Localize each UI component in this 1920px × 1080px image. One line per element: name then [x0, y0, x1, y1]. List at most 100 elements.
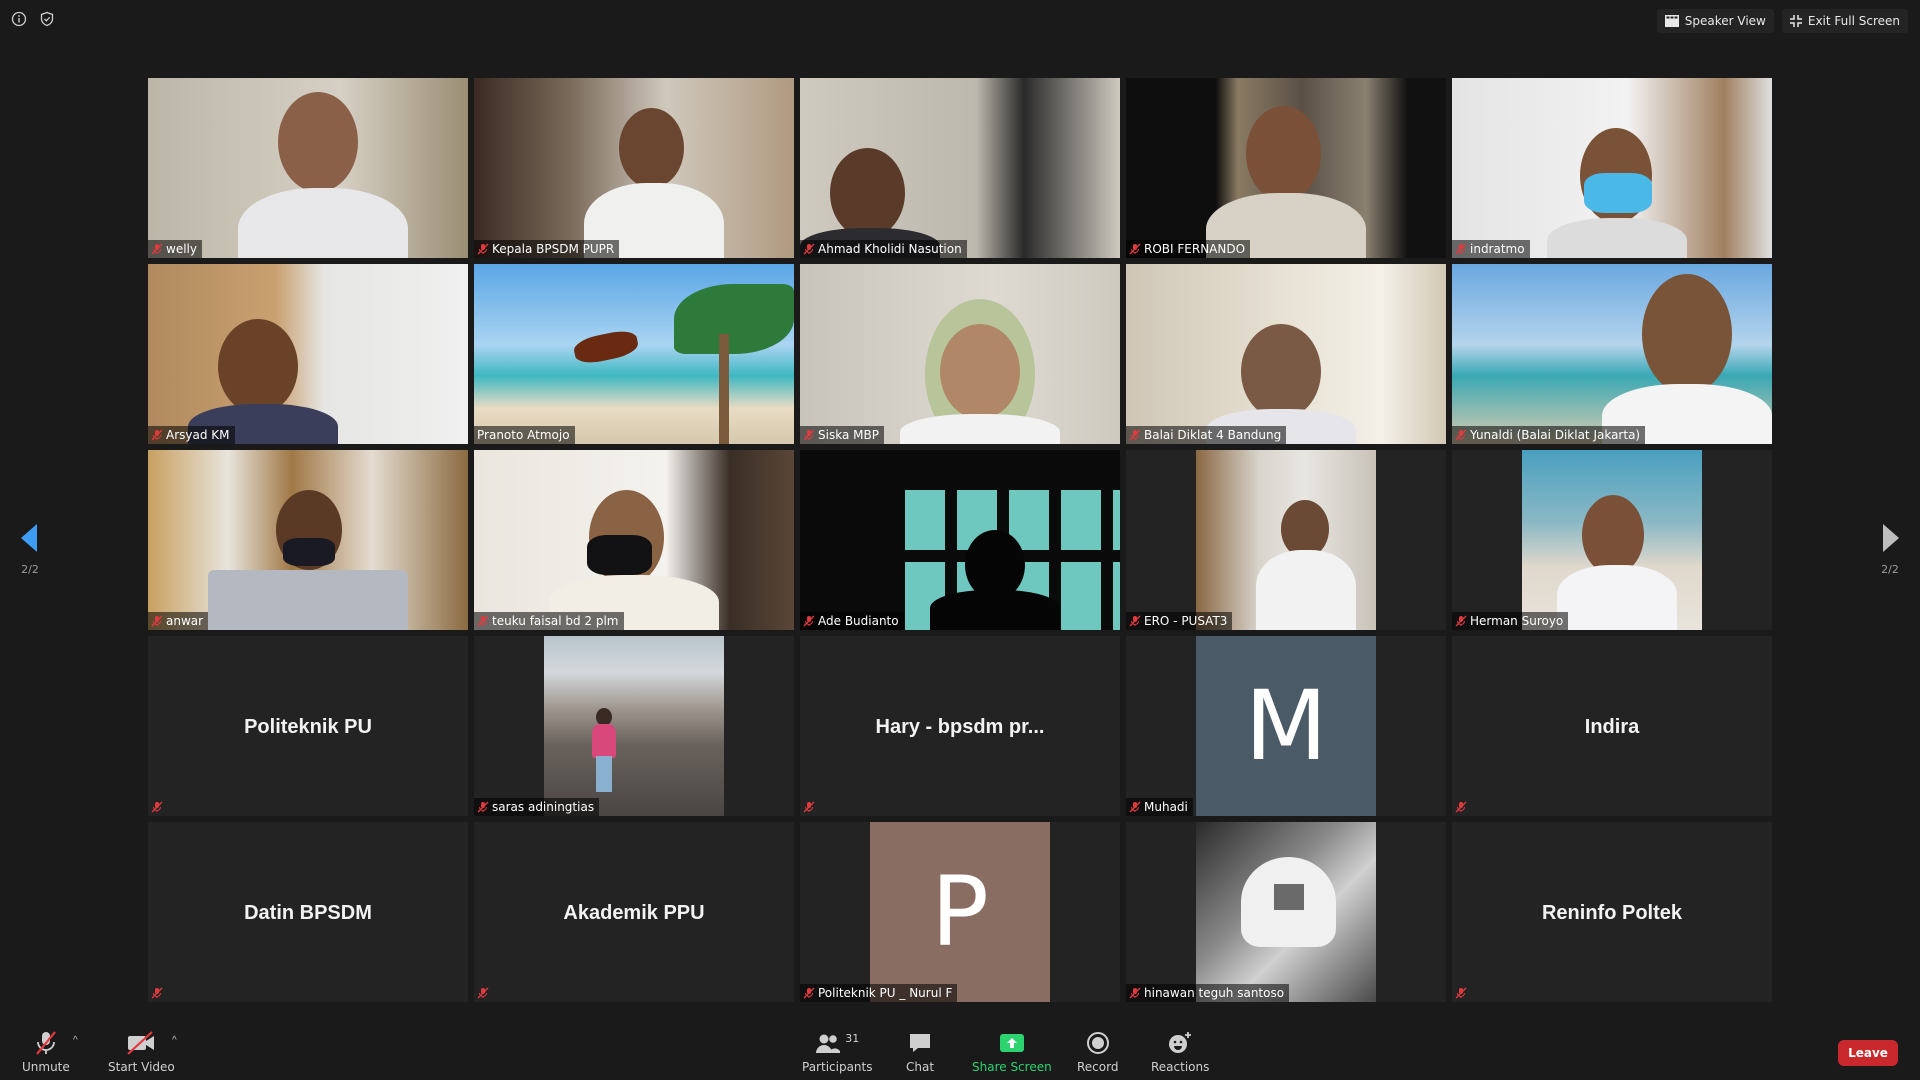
participant-tile[interactable]: Reninfo Poltek — [1452, 822, 1772, 1002]
muted-mic-icon — [803, 615, 815, 627]
participant-name-label: Kepala BPSDM PUPR — [474, 240, 620, 258]
participant-tile[interactable]: P Politeknik PU _ Nurul F — [800, 822, 1120, 1002]
participant-tile[interactable]: saras adiningtias — [474, 636, 794, 816]
participant-name-label: Muhadi — [1126, 798, 1193, 816]
info-icon[interactable] — [10, 10, 28, 28]
participant-name-label: Politeknik PU _ Nurul F — [800, 984, 958, 1002]
participants-label: Participants — [802, 1060, 873, 1074]
participant-name-label: Yunaldi (Balai Diklat Jakarta) — [1452, 426, 1646, 444]
participant-display-name: Reninfo Poltek — [1541, 902, 1682, 924]
participant-tile[interactable]: welly — [148, 78, 468, 258]
participant-name-label — [1452, 798, 1472, 816]
participant-display-name: Hary - bpsdm pr... — [875, 716, 1045, 738]
participant-name-label: anwar — [148, 612, 209, 630]
participant-name-label: Arsyad KM — [148, 426, 235, 444]
exit-full-screen-button[interactable]: Exit Full Screen — [1781, 9, 1908, 33]
start-video-label: Start Video — [108, 1060, 175, 1074]
audio-options-caret[interactable]: ^ — [73, 1035, 78, 1046]
video-feed — [1196, 450, 1376, 630]
video-feed — [474, 264, 794, 444]
participant-name-label — [800, 798, 820, 816]
participant-name-label: Siska MBP — [800, 426, 884, 444]
video-feed — [1452, 78, 1772, 258]
participants-icon — [816, 1034, 841, 1053]
avatar: M — [1196, 636, 1376, 816]
participant-tile[interactable]: hinawan teguh santoso — [1126, 822, 1446, 1002]
muted-mic-icon — [151, 801, 163, 813]
video-feed — [148, 264, 468, 444]
participant-tile[interactable]: Herman Suroyo — [1452, 450, 1772, 630]
participant-tile[interactable]: Ahmad Kholidi Nasution — [800, 78, 1120, 258]
video-feed — [1452, 264, 1772, 444]
video-feed — [800, 450, 1120, 630]
participant-tile[interactable]: Hary - bpsdm pr... — [800, 636, 1120, 816]
participant-tile-active-speaker[interactable]: Pranoto Atmojo — [474, 264, 794, 444]
page-indicator-left: 2/2 — [21, 563, 39, 576]
avatar: P — [870, 822, 1050, 1002]
muted-mic-icon — [1455, 801, 1467, 813]
reactions-button[interactable]: Reactions — [1151, 1030, 1209, 1074]
participant-tile[interactable]: Politeknik PU — [148, 636, 468, 816]
participant-name-label: Herman Suroyo — [1452, 612, 1569, 630]
participant-display-name: Indira — [1584, 716, 1640, 738]
muted-mic-icon — [1129, 615, 1141, 627]
video-feed — [1126, 78, 1446, 258]
muted-mic-icon — [477, 987, 489, 999]
participant-display-name: Politeknik PU — [244, 716, 372, 738]
participant-tile[interactable]: ERO - PUSAT3 — [1126, 450, 1446, 630]
muted-mic-icon — [151, 615, 163, 627]
participant-tile[interactable]: Siska MBP — [800, 264, 1120, 444]
participant-tile[interactable]: teuku faisal bd 2 plm — [474, 450, 794, 630]
participant-name-label: Balai Diklat 4 Bandung — [1126, 426, 1287, 444]
participant-tile[interactable]: Indira — [1452, 636, 1772, 816]
view-controls: Speaker View Exit Full Screen — [1656, 9, 1908, 33]
reactions-label: Reactions — [1151, 1060, 1210, 1074]
participant-tile[interactable]: anwar — [148, 450, 468, 630]
muted-mic-icon — [151, 429, 163, 441]
page-indicator-right: 2/2 — [1881, 563, 1899, 576]
video-feed — [474, 450, 794, 630]
unmute-button[interactable]: Unmute — [22, 1030, 70, 1074]
security-shield-icon[interactable] — [38, 10, 56, 28]
start-video-button[interactable]: Start Video — [108, 1030, 175, 1074]
leave-button[interactable]: Leave — [1838, 1040, 1898, 1066]
participant-tile[interactable]: Yunaldi (Balai Diklat Jakarta) — [1452, 264, 1772, 444]
participant-name-label — [1452, 984, 1472, 1002]
participant-tile[interactable]: Balai Diklat 4 Bandung — [1126, 264, 1446, 444]
participant-tile[interactable]: ROBI FERNANDO — [1126, 78, 1446, 258]
video-feed — [148, 78, 468, 258]
participant-tile[interactable]: Kepala BPSDM PUPR — [474, 78, 794, 258]
participants-count: 31 — [845, 1031, 860, 1045]
profile-photo — [544, 636, 724, 816]
arrow-right-icon — [1883, 524, 1899, 552]
participant-name-label: saras adiningtias — [474, 798, 600, 816]
participant-tile[interactable]: Arsyad KM — [148, 264, 468, 444]
speaker-view-button[interactable]: Speaker View — [1656, 9, 1774, 33]
participant-tile[interactable]: Datin BPSDM — [148, 822, 468, 1002]
muted-mic-icon — [803, 801, 815, 813]
participants-button[interactable]: 31 Participants — [802, 1030, 873, 1075]
participant-tile[interactable]: indratmo — [1452, 78, 1772, 258]
arrow-left-icon — [21, 524, 37, 552]
next-page-button[interactable]: 2/2 — [1878, 524, 1902, 576]
participant-name-label: teuku faisal bd 2 plm — [474, 612, 624, 630]
muted-mic-icon — [1455, 987, 1467, 999]
video-off-icon — [127, 1031, 155, 1055]
share-screen-button[interactable]: Share Screen — [972, 1030, 1052, 1074]
participant-display-name: Akademik PPU — [563, 902, 705, 924]
muted-mic-icon — [1129, 429, 1141, 441]
chat-icon — [910, 1034, 931, 1052]
share-screen-label: Share Screen — [972, 1060, 1052, 1074]
participant-tile[interactable]: M Muhadi — [1126, 636, 1446, 816]
participant-tile[interactable]: Akademik PPU — [474, 822, 794, 1002]
speaker-view-label: Speaker View — [1684, 14, 1766, 28]
video-options-caret[interactable]: ^ — [172, 1035, 177, 1046]
previous-page-button[interactable]: 2/2 — [18, 524, 42, 576]
participant-name-label: Pranoto Atmojo — [474, 426, 575, 444]
share-screen-icon — [999, 1034, 1024, 1052]
participant-name-label — [474, 984, 494, 1002]
record-button[interactable]: Record — [1077, 1030, 1118, 1074]
chat-button[interactable]: Chat — [906, 1030, 934, 1074]
participant-tile[interactable]: Ade Budianto — [800, 450, 1120, 630]
muted-mic-icon — [477, 801, 489, 813]
